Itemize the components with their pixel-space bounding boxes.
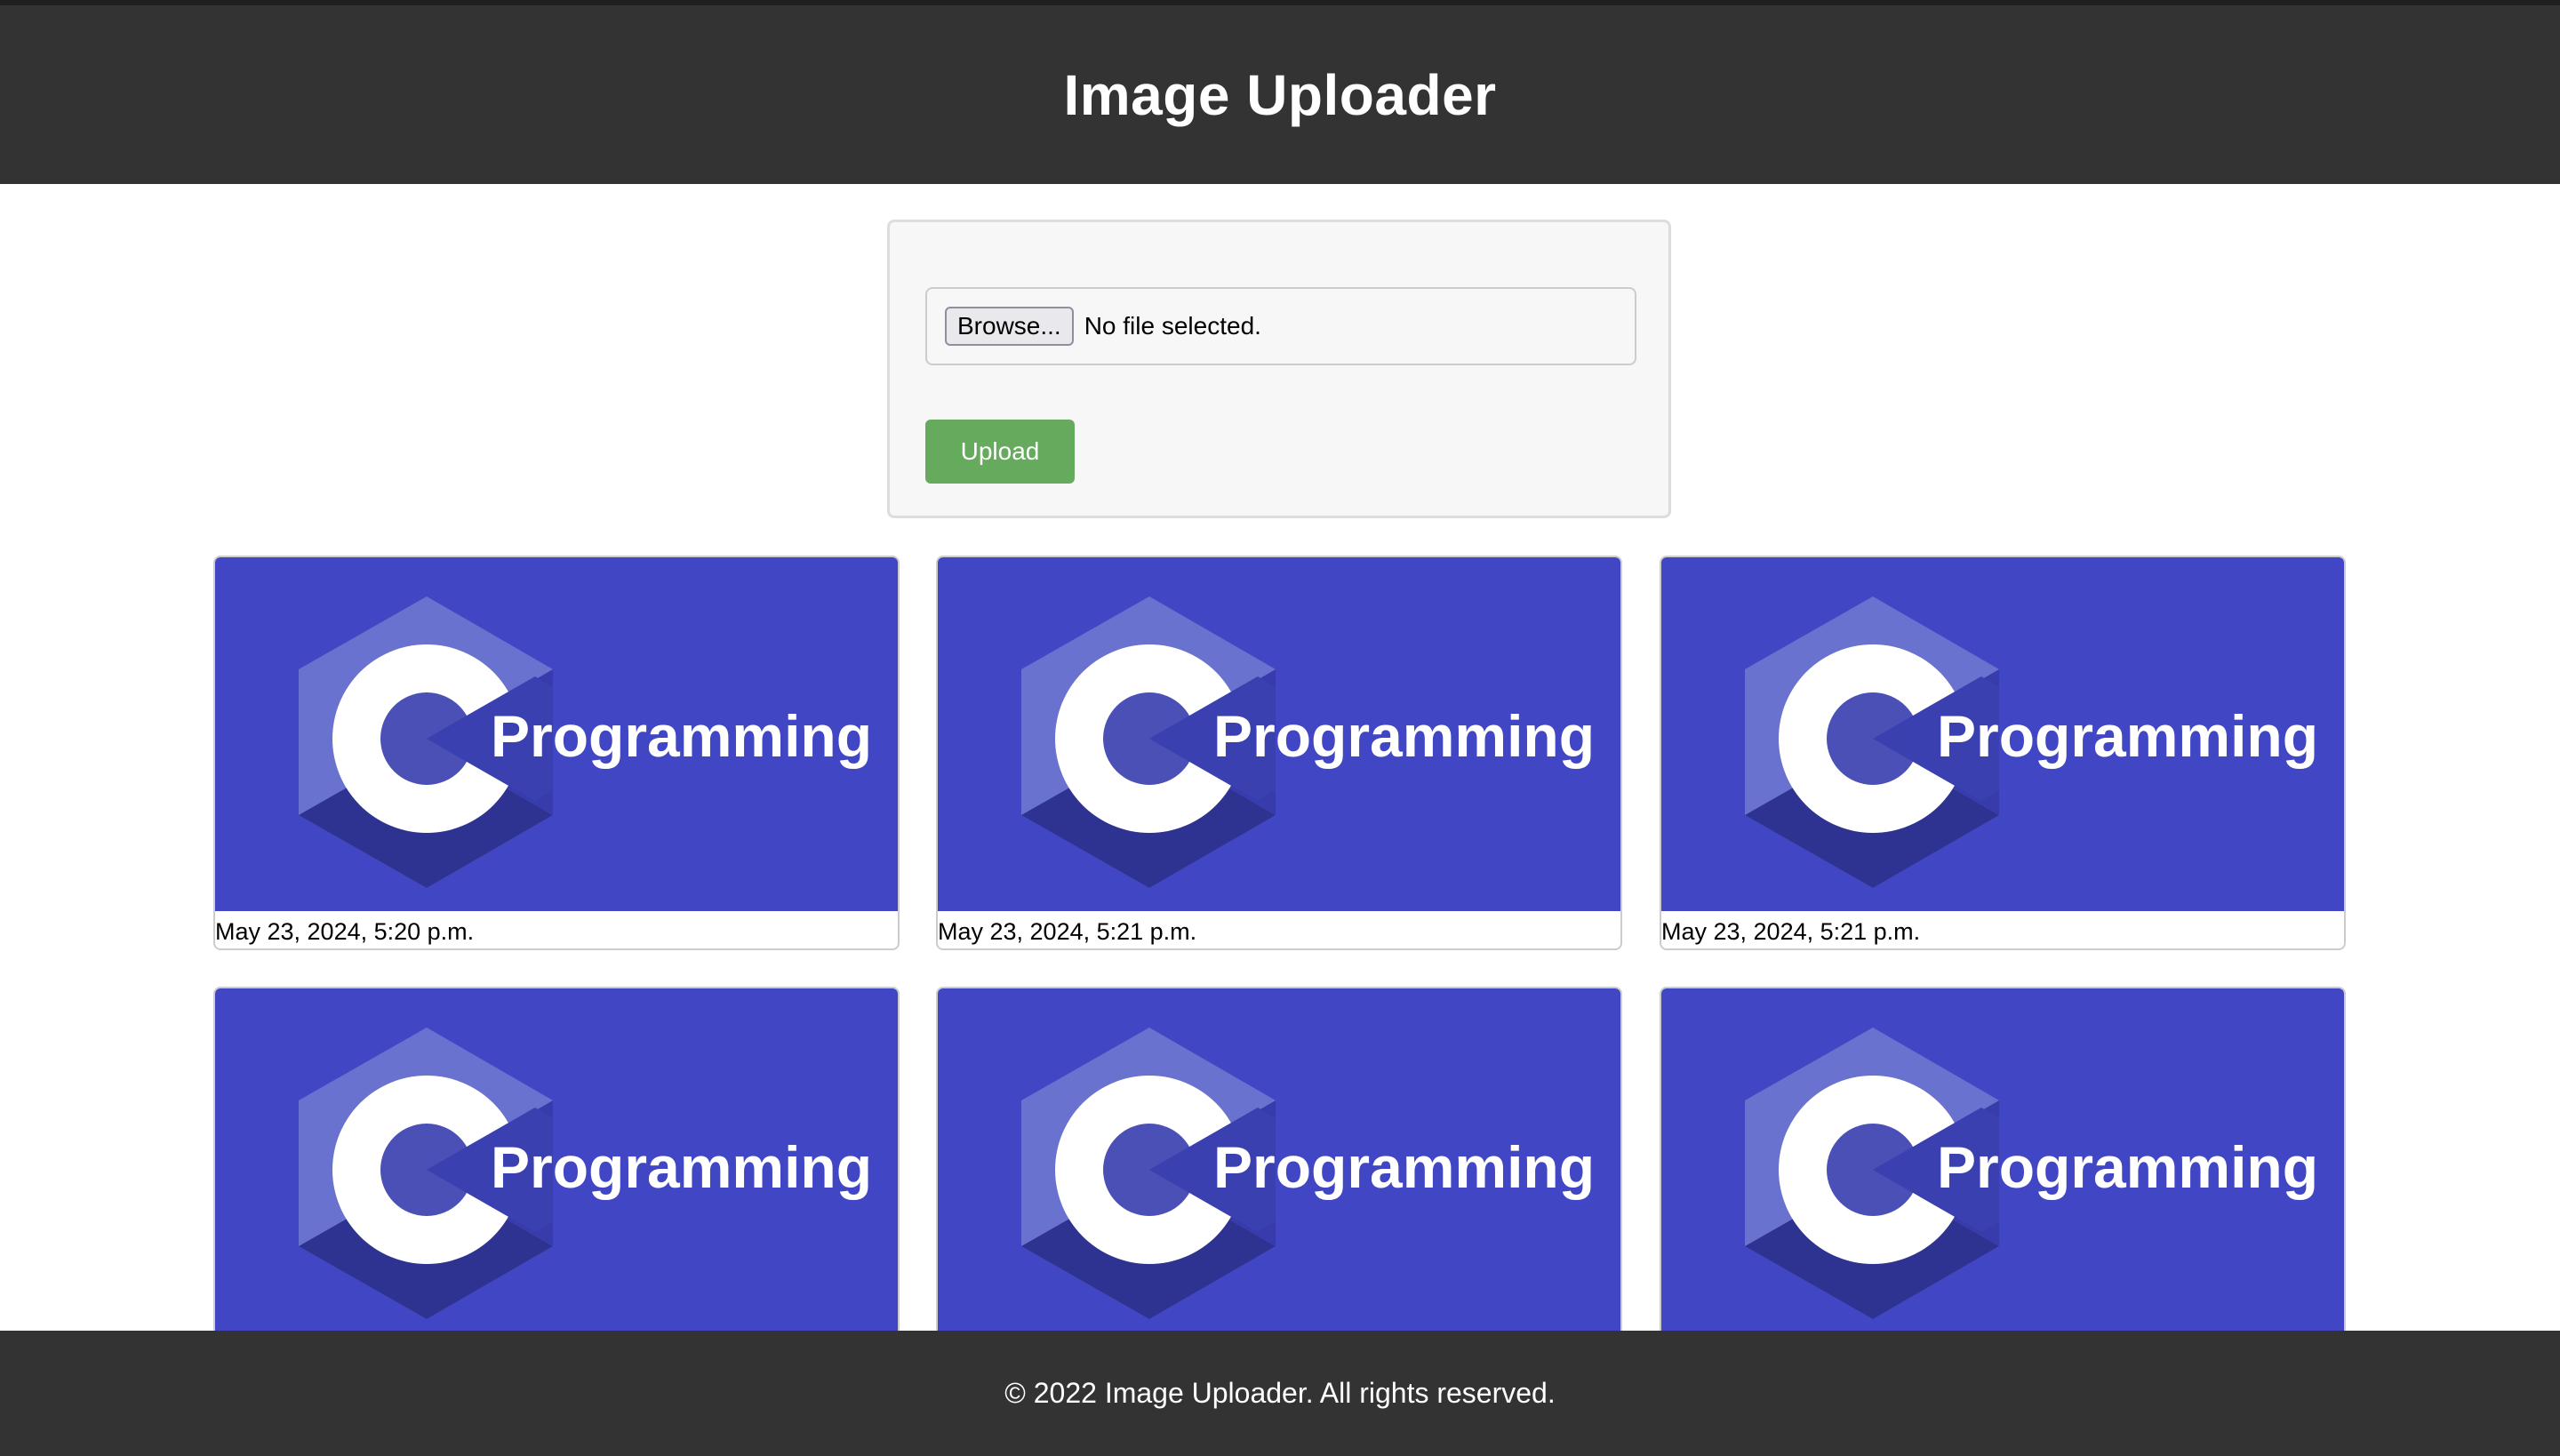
upload-date: May 23, 2024, 5:21 p.m. bbox=[938, 918, 1197, 945]
c-programming-thumbnail: Programming bbox=[938, 988, 1620, 1342]
browse-button[interactable]: Browse... bbox=[945, 307, 1074, 346]
upload-form: Browse... No file selected. Upload bbox=[887, 220, 1671, 518]
logo-text: Programming bbox=[1937, 1134, 2318, 1200]
c-programming-thumbnail: Programming bbox=[215, 988, 898, 1342]
image-card[interactable]: Programming May 23, 2024, 5:21 p.m. bbox=[936, 556, 1622, 950]
image-card[interactable]: Programming May 23, 2024, 5:20 p.m. bbox=[213, 556, 900, 950]
upload-button[interactable]: Upload bbox=[925, 420, 1075, 484]
upload-date: May 23, 2024, 5:20 p.m. bbox=[215, 918, 475, 945]
image-card[interactable]: Programming May 23, 2024, 5:21 p.m. bbox=[1660, 556, 2346, 950]
image-card[interactable]: Programming bbox=[1660, 987, 2346, 1381]
file-status-text: No file selected. bbox=[1084, 312, 1261, 340]
image-card[interactable]: Programming bbox=[936, 987, 1622, 1381]
logo-text: Programming bbox=[491, 703, 872, 769]
logo-text: Programming bbox=[1937, 703, 2318, 769]
c-programming-thumbnail: Programming bbox=[215, 557, 898, 911]
c-programming-thumbnail: Programming bbox=[1661, 557, 2344, 911]
logo-text: Programming bbox=[1213, 1134, 1595, 1200]
upload-date: May 23, 2024, 5:21 p.m. bbox=[1661, 918, 1921, 945]
logo-text: Programming bbox=[1213, 703, 1595, 769]
file-input[interactable]: Browse... No file selected. bbox=[925, 287, 1636, 365]
page-footer: © 2022 Image Uploader. All rights reserv… bbox=[0, 1331, 2560, 1456]
image-card[interactable]: Programming bbox=[213, 987, 900, 1381]
c-programming-thumbnail: Programming bbox=[938, 557, 1620, 911]
page-title: Image Uploader bbox=[1063, 62, 1497, 127]
c-programming-thumbnail: Programming bbox=[1661, 988, 2344, 1342]
page-header: Image Uploader bbox=[0, 5, 2560, 184]
copyright-text: © 2022 Image Uploader. All rights reserv… bbox=[1004, 1377, 1556, 1409]
logo-text: Programming bbox=[491, 1134, 872, 1200]
